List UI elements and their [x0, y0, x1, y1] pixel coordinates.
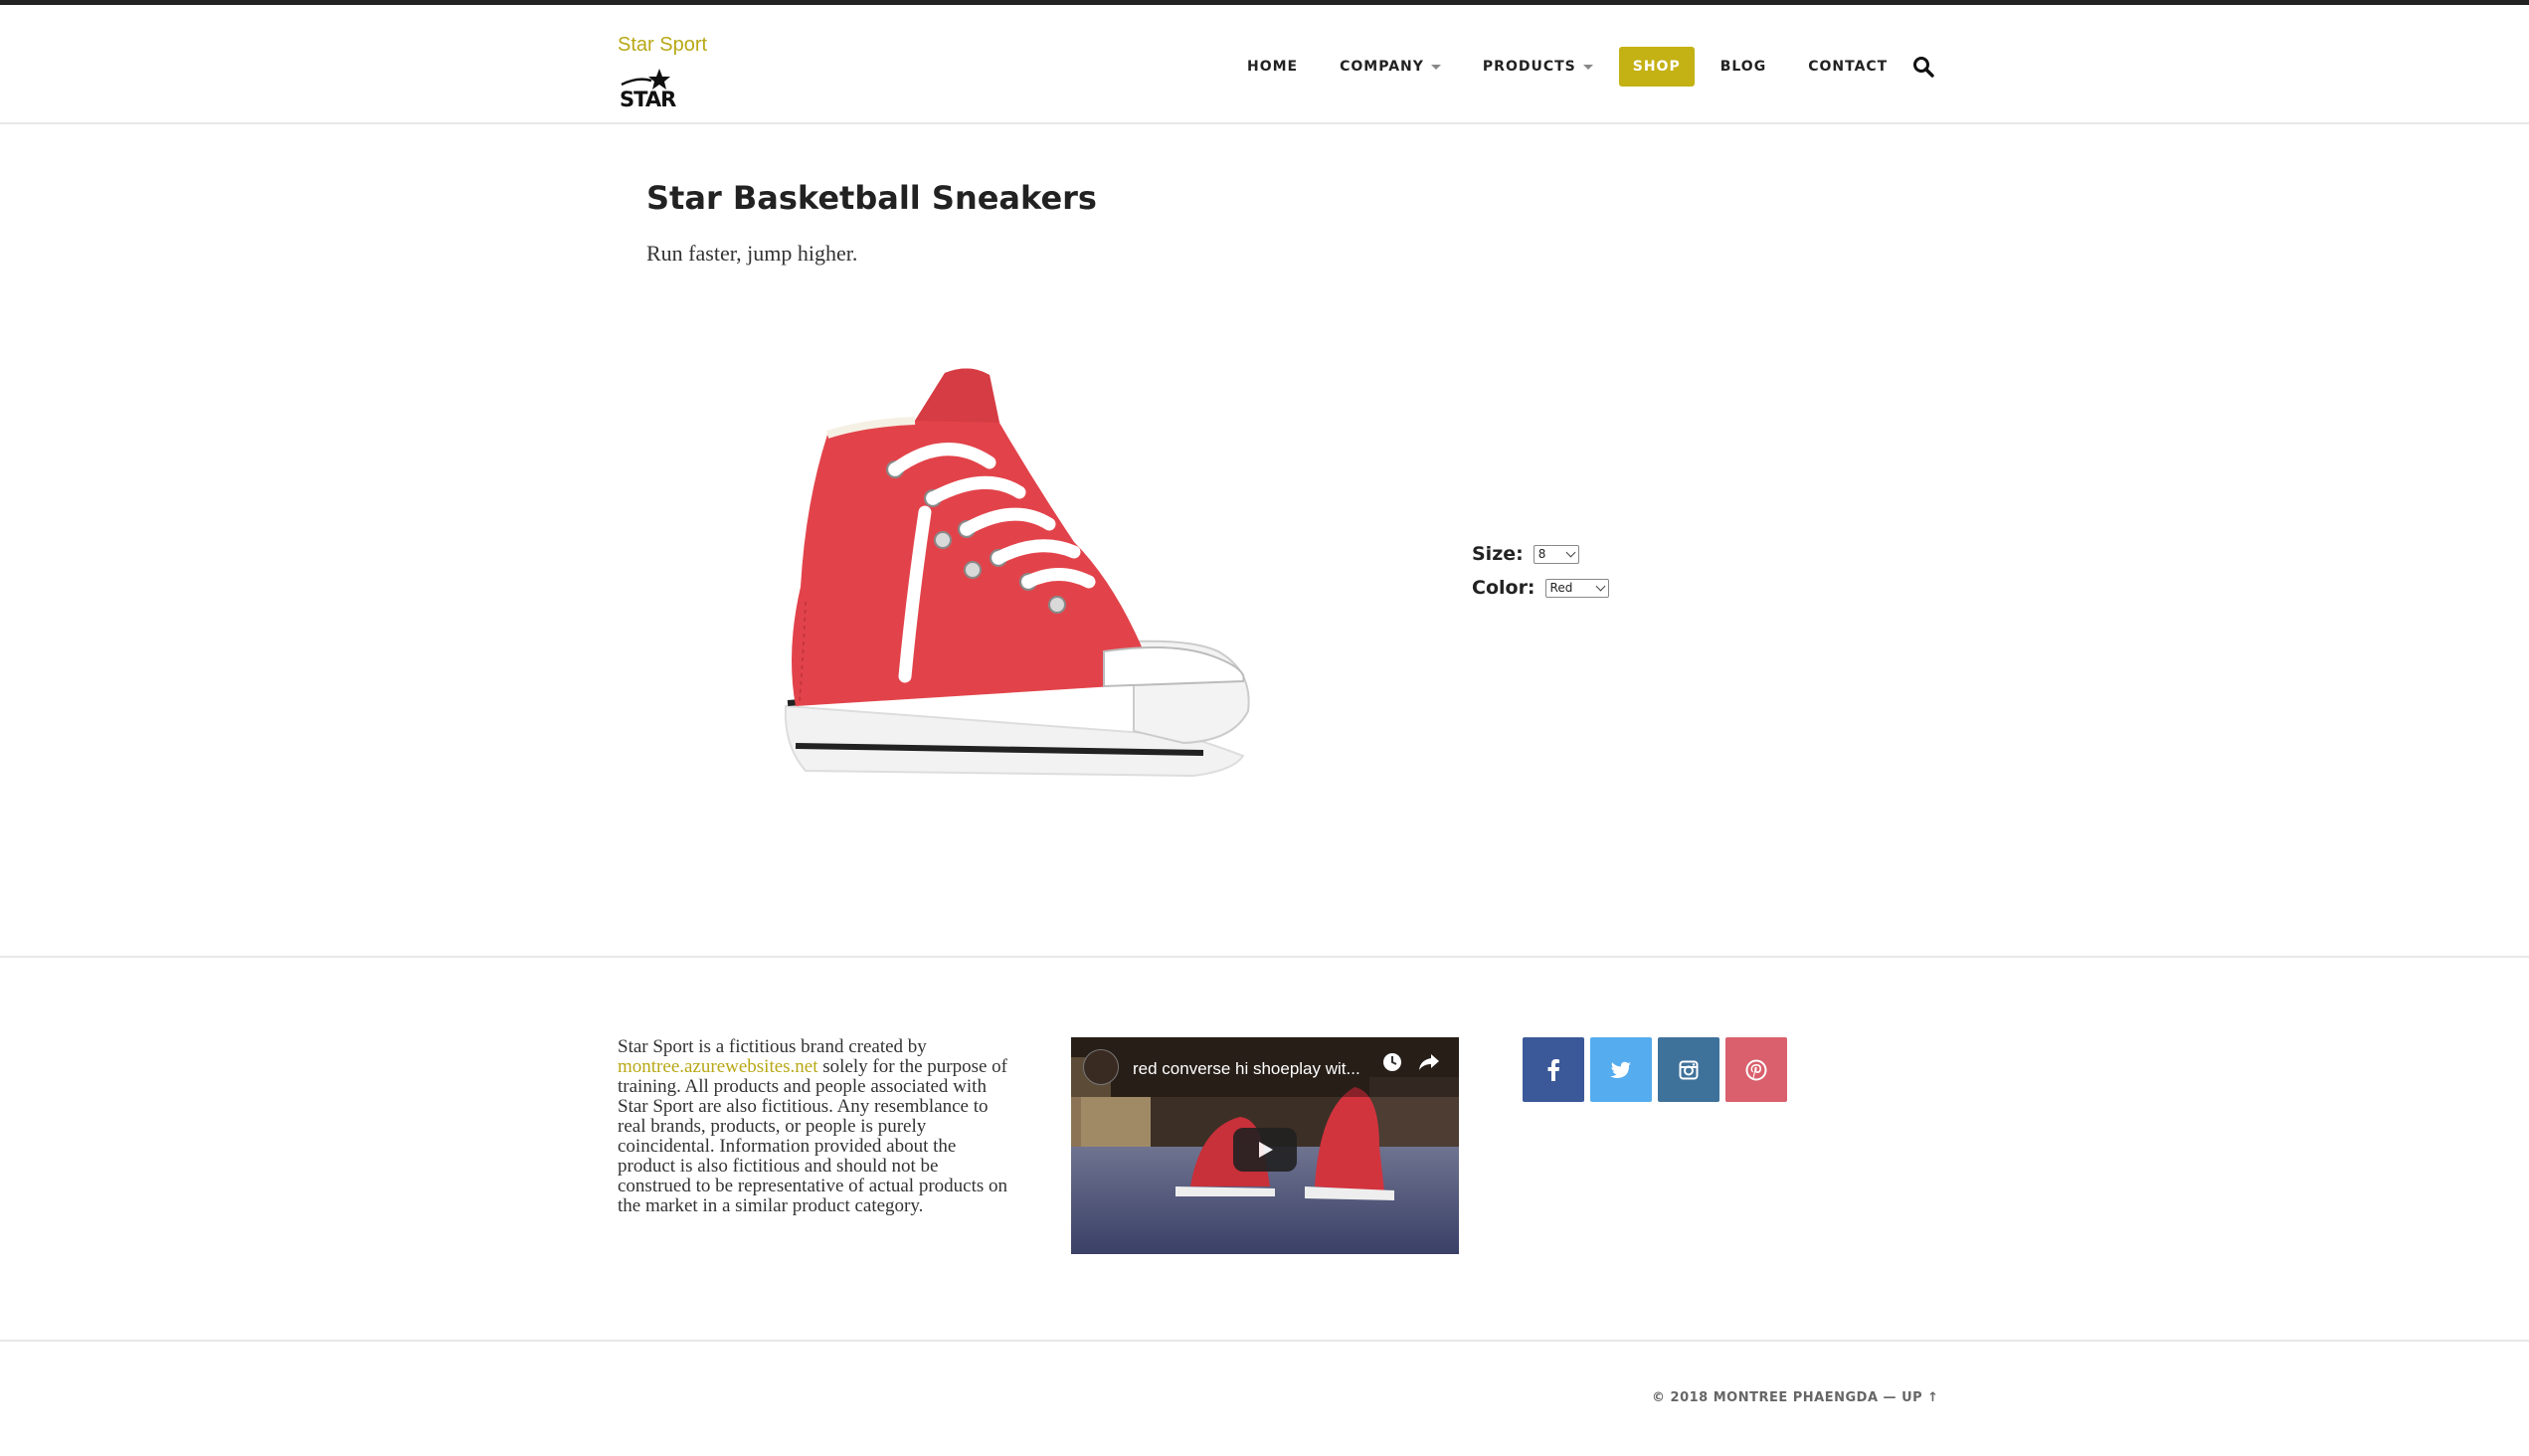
instagram-button[interactable] — [1658, 1037, 1719, 1102]
size-label: Size: — [1472, 543, 1524, 565]
facebook-button[interactable] — [1523, 1037, 1584, 1102]
sneaker-image — [784, 368, 1250, 778]
copyright-up-link[interactable]: © 2018 MONTREE PHAENGDA — UP ↑ — [1652, 1390, 1939, 1405]
product-options: Size: 8 Color: Red — [1472, 537, 1609, 605]
product-title: Star Basketball Sneakers — [646, 179, 1097, 217]
play-icon — [1259, 1142, 1273, 1158]
pinterest-icon — [1745, 1059, 1767, 1080]
social-links — [1523, 1037, 1793, 1102]
product-tagline: Run faster, jump higher. — [646, 241, 858, 266]
nav-shop[interactable]: SHOP — [1618, 47, 1695, 87]
twitter-button[interactable] — [1590, 1037, 1652, 1102]
video-title[interactable]: red converse hi shoeplay wit... — [1133, 1059, 1360, 1079]
twitter-icon — [1610, 1061, 1631, 1078]
play-button[interactable] — [1233, 1128, 1297, 1172]
search-button[interactable] — [1903, 47, 1943, 87]
chevron-down-icon — [1595, 581, 1605, 591]
pinterest-button[interactable] — [1725, 1037, 1787, 1102]
color-value: Red — [1549, 581, 1573, 595]
color-select[interactable]: Red — [1544, 578, 1609, 598]
bottom-divider — [0, 1340, 2529, 1342]
color-row: Color: Red — [1472, 571, 1609, 605]
nav-blog-label: BLOG — [1719, 59, 1767, 75]
nav-products[interactable]: PRODUCTS — [1469, 47, 1607, 87]
size-value: 8 — [1537, 547, 1546, 561]
video-embed[interactable]: red converse hi shoeplay wit... — [1071, 1037, 1459, 1254]
nav-contact[interactable]: CONTACT — [1794, 47, 1901, 87]
disclaimer-intro: Star Sport is a fictitious brand created… — [618, 1036, 927, 1057]
size-row: Size: 8 — [1472, 537, 1609, 571]
chevron-down-icon — [1565, 547, 1576, 557]
nav-contact-label: CONTACT — [1808, 59, 1889, 75]
caret-down-icon — [1430, 64, 1441, 70]
size-select[interactable]: 8 — [1533, 544, 1579, 564]
disclaimer-text: Star Sport is a fictitious brand created… — [618, 1037, 1010, 1216]
disclaimer-body: solely for the purpose of training. All … — [618, 1056, 1008, 1216]
nav-home[interactable]: HOME — [1233, 47, 1312, 87]
site-header: Star Sport STAR HOME COMPANY PRODUCTS SH… — [0, 5, 2529, 124]
nav-blog[interactable]: BLOG — [1707, 47, 1781, 87]
channel-avatar[interactable] — [1083, 1049, 1119, 1085]
nav-shop-label: SHOP — [1632, 59, 1681, 75]
facebook-icon — [1547, 1058, 1559, 1081]
footer-divider — [0, 956, 2529, 958]
search-icon — [1913, 57, 1934, 78]
color-label: Color: — [1472, 577, 1535, 599]
main-nav: HOME COMPANY PRODUCTS SHOP BLOG CONTACT — [1233, 47, 1943, 87]
site-link[interactable]: montree.azurewebsites.net — [618, 1056, 818, 1077]
instagram-icon — [1679, 1060, 1699, 1079]
caret-down-icon — [1582, 64, 1593, 70]
nav-company-label: COMPANY — [1340, 59, 1424, 75]
watch-later-icon[interactable] — [1381, 1051, 1403, 1073]
nav-company[interactable]: COMPANY — [1326, 47, 1455, 87]
logo-text: STAR — [620, 88, 676, 108]
nav-home-label: HOME — [1247, 59, 1299, 75]
nav-products-label: PRODUCTS — [1482, 59, 1576, 75]
share-icon[interactable] — [1417, 1051, 1441, 1073]
brand-name[interactable]: Star Sport — [618, 35, 707, 55]
star-logo-icon[interactable]: STAR — [618, 67, 677, 111]
brand[interactable]: Star Sport STAR — [618, 35, 707, 113]
